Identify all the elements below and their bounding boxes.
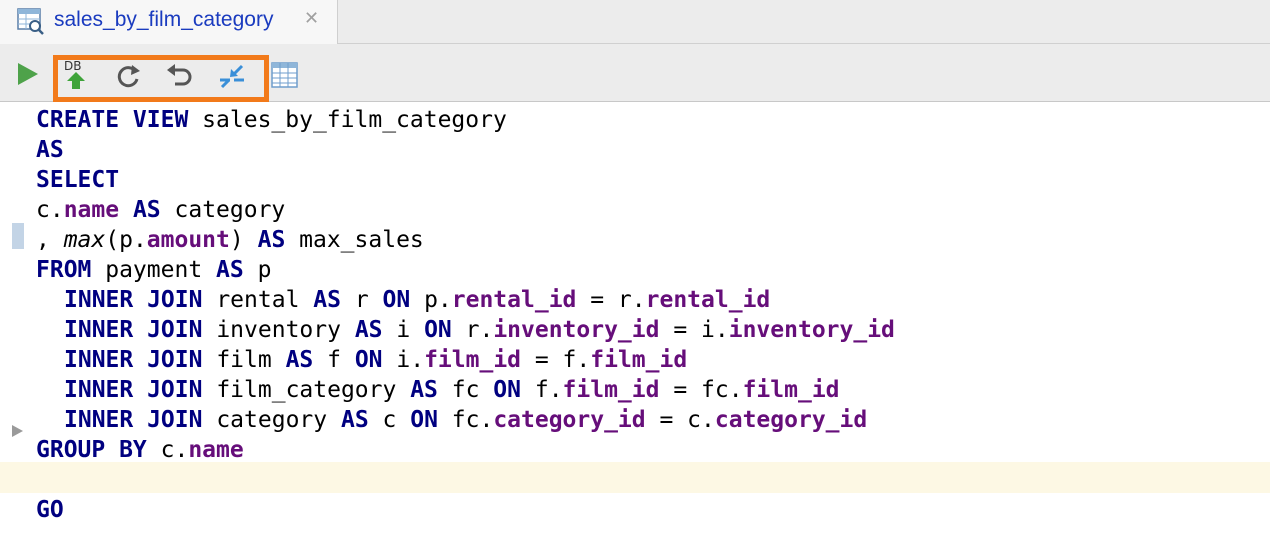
code-line: AS — [36, 137, 64, 163]
editor-toolbar: DB — [0, 44, 1270, 102]
current-line-highlight — [0, 462, 1270, 493]
code-line: INNER JOIN category AS c ON fc.category_… — [64, 407, 868, 433]
code-line: FROM payment AS p — [36, 257, 272, 283]
run-icon[interactable] — [12, 58, 44, 90]
tab-label: sales_by_film_category — [54, 8, 274, 31]
code-line: INNER JOIN film AS f ON i.film_id = f.fi… — [64, 347, 688, 373]
table-view-icon[interactable] — [270, 60, 302, 92]
code-line: , max(p.amount) AS max_sales — [36, 227, 424, 253]
view-table-icon — [16, 6, 46, 36]
fold-arrow-icon[interactable] — [11, 423, 25, 443]
code-line: CREATE VIEW sales_by_film_category — [36, 107, 507, 133]
code-line: INNER JOIN inventory AS i ON r.inventory… — [64, 317, 895, 343]
toolbar-highlight-box — [53, 55, 269, 102]
changed-line-marker — [12, 223, 24, 249]
code-line: GROUP BY c.name — [36, 437, 244, 463]
sql-editor[interactable]: CREATE VIEW sales_by_film_category AS SE… — [0, 103, 1270, 543]
close-tab-icon[interactable]: ✕ — [304, 8, 319, 29]
code-line: GO — [36, 497, 64, 523]
editor-tab-bar: sales_by_film_category ✕ — [0, 0, 1270, 44]
code-line: SELECT — [36, 167, 120, 193]
tab-sales-by-film-category[interactable]: sales_by_film_category ✕ — [0, 0, 338, 44]
code-line: INNER JOIN film_category AS fc ON f.film… — [64, 377, 840, 403]
code-line: c.name AS category — [36, 197, 286, 223]
code-line: INNER JOIN rental AS r ON p.rental_id = … — [64, 287, 771, 313]
